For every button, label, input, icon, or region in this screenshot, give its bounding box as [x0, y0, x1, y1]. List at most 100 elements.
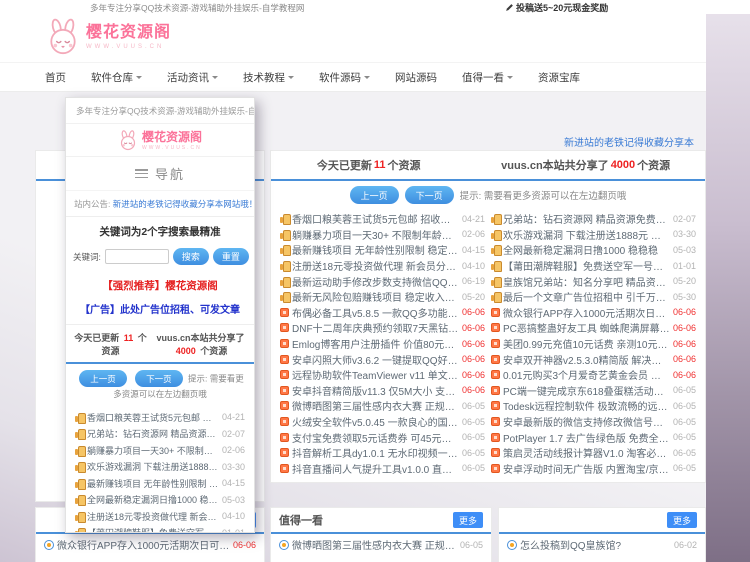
- announcement-top-link[interactable]: 新进站的老铁记得收藏分享本: [270, 134, 694, 149]
- notice-label: 站内公告:: [74, 199, 110, 209]
- list-item[interactable]: 欢乐游戏漏洞 下载注册送1888元 官方合作 03-30: [488, 227, 699, 243]
- keyword-label: 关键词:: [73, 251, 101, 263]
- list-item[interactable]: 微博晒图第三届性感内衣大赛 正规美图等你欣 06-05: [277, 398, 488, 414]
- list-item[interactable]: 兄弟站：钻石资源网 精品资源免费分享基 02-07: [72, 426, 248, 443]
- item-date: 04-15: [222, 478, 245, 488]
- keyword-input[interactable]: [105, 249, 169, 264]
- list-item[interactable]: 香烟口粮芙蓉王试货5元包邮 招收代理 04-21: [72, 409, 248, 426]
- list-item[interactable]: 远程协助软件TeamViewer v11 单文件版 方便 06-06: [277, 367, 488, 383]
- list-item[interactable]: 抖音解析工具dy1.0.1 无水印视频一键解析软件 06-05: [277, 445, 488, 461]
- list-item[interactable]: 怎么投稿到QQ皇族馆? 06-02: [499, 534, 705, 555]
- item-title: 安卓最新版的微信支持修改微信号了！ IOS版: [503, 414, 670, 429]
- list-item[interactable]: 躺赚暴力项目一天30+ 不限制年龄抓紧上车 02-06: [277, 227, 488, 243]
- file-icon: [491, 355, 500, 364]
- list-item[interactable]: DNF十二周年庆典预约领取7天黑钻 回归用户 06-06: [277, 320, 488, 336]
- popup-nav-toggle[interactable]: 导航: [66, 157, 254, 191]
- next-page-button[interactable]: 下一页: [135, 370, 183, 387]
- prev-page-button[interactable]: 上一页: [350, 186, 399, 204]
- nav-item-tech-tutorial[interactable]: 技术教程: [243, 70, 294, 85]
- list-item[interactable]: 微众银行APP存入1000元活期次日可以获得无门 06-06: [36, 534, 264, 555]
- list-item[interactable]: 微博晒图第三届性感内衣大赛 正规美图等你欣赏 06-05: [271, 534, 491, 555]
- promo-link-red[interactable]: 【强烈推荐】樱花资源阁: [66, 273, 254, 297]
- item-date: 06-06: [673, 354, 696, 364]
- search-form: 关键词: 搜索 重置: [66, 244, 254, 273]
- nav-item-website-source[interactable]: 网站源码: [395, 70, 437, 85]
- item-title: 布偶必备工具v5.8.5 一款QQ多功能工具软件: [292, 305, 459, 320]
- list-item[interactable]: PC恶搞整蛊好友工具 蜘蛛爬满屏幕整蛊专家 效 06-06: [488, 320, 699, 336]
- tab-today-updated[interactable]: 今天已更新 11 个资源: [271, 151, 466, 179]
- item-title: 注册送18元零投资做代理 新会员分红存1000: [292, 258, 459, 273]
- top-strip: 多年专注分享QQ技术资源-游戏辅助外挂娱乐-自学教程网 投稿送5~20元现金奖励: [0, 0, 750, 14]
- thumbs-up-icon: [75, 413, 84, 422]
- list-item[interactable]: 注册送18元零投资做代理 新会员分红存1000 04-10: [277, 258, 488, 274]
- thumbs-up-icon: [75, 479, 84, 488]
- submit-reward-link[interactable]: 投稿送5~20元现金奖励: [505, 1, 608, 14]
- list-item[interactable]: 布偶必备工具v5.8.5 一款QQ多功能工具软件 06-06: [277, 305, 488, 321]
- list-item[interactable]: 最后一个文章广告位招租中 引千万流 聚八方 05-30: [488, 289, 699, 305]
- promo-link-blue[interactable]: 【广告】此处广告位招租、可发文章: [66, 297, 254, 325]
- item-date: 06-06: [233, 540, 256, 550]
- list-item[interactable]: 0.01元购买3个月爱奇艺黄金会员 仅限京东白 06-06: [488, 367, 699, 383]
- nav-item-software-source[interactable]: 软件源码: [319, 70, 370, 85]
- list-item[interactable]: 最新赚钱项目 无年龄性别限制 稳定日撸 04-15: [72, 475, 248, 492]
- item-title: 安卓抖音精简版v11.3 仅5M大小 支持账号登录: [292, 383, 459, 398]
- more-button[interactable]: 更多: [453, 512, 483, 528]
- list-item[interactable]: 香烟口粮芙蓉王试货5元包邮 招收代理 04-21: [277, 211, 488, 227]
- list-item[interactable]: 【莆田潮牌鞋服】免费送空军一号匡威 01-01: [72, 525, 248, 534]
- site-tagline: 多年专注分享QQ技术资源-游戏辅助外挂娱乐-自学教程网: [90, 2, 304, 14]
- list-item[interactable]: Todesk远程控制软件 极致流畅的远程协助工具 06-05: [488, 398, 699, 414]
- list-item[interactable]: 安卓双开神器v2.5.3.0精简版 解决多账号切换 06-06: [488, 351, 699, 367]
- nav-item-activity-news[interactable]: 活动资讯: [167, 70, 218, 85]
- list-item[interactable]: 皇族馆兄弟站：知名分享吧 精品资源分享基地 05-20: [488, 273, 699, 289]
- list-item[interactable]: 全网最新稳定漏洞日撸1000 稳稳稳 05-03: [488, 242, 699, 258]
- notice-link[interactable]: 新进站的老铁记得收藏分享本网站哦！: [113, 199, 254, 209]
- list-item[interactable]: 躺赚暴力项目一天30+ 不限制年龄抓紧上 02-06: [72, 442, 248, 459]
- item-date: 06-05: [462, 463, 485, 473]
- file-icon: [280, 386, 289, 395]
- prev-page-button[interactable]: 上一页: [79, 370, 127, 387]
- tab-today-updated[interactable]: 今天已更新 11 个资源: [70, 331, 151, 357]
- list-item[interactable]: PotPlayer 1.7 去广告绿色版 免费全能影音播 06-05: [488, 429, 699, 445]
- list-item[interactable]: 火绒安全软件v5.0.45 一款良心的国产安全软件 06-05: [277, 414, 488, 430]
- list-item[interactable]: 最新无风险包赔赚钱项目 稳定收入200-500元 05-20: [277, 289, 488, 305]
- list-item[interactable]: 抖音直播间人气提升工具v1.0.0 直播间自动发 06-05: [277, 461, 488, 477]
- nav-item-resource-treasury[interactable]: 资源宝库: [538, 70, 580, 85]
- popup-logo[interactable]: 樱花资源阁 WWW.VUUS.CN: [66, 124, 254, 157]
- list-item[interactable]: 安卓最新版的微信支持修改微信号了！ IOS版 06-05: [488, 414, 699, 430]
- list-item[interactable]: 安卓浮动时间无广告版 内置淘宝/京东/苏宁/拼 06-05: [488, 461, 699, 477]
- item-title: DNF十二周年庆典预约领取7天黑钻 回归用户: [292, 320, 459, 335]
- list-item[interactable]: 最新赚钱项目 无年龄性别限制 稳定日撸300+ 04-15: [277, 242, 488, 258]
- reset-button[interactable]: 重置: [213, 248, 249, 265]
- list-item[interactable]: 注册送18元零投资做代理 新会员分红存 04-10: [72, 508, 248, 525]
- nav-item-home[interactable]: 首页: [45, 70, 66, 85]
- list-item[interactable]: 安卓闪照大师v3.6.2 一键提取QQ好友发的闪照 06-06: [277, 351, 488, 367]
- search-button[interactable]: 搜索: [173, 248, 209, 265]
- item-date: 05-03: [222, 495, 245, 505]
- resource-list-right: 兄弟站：钻石资源网 精品资源免费分享基地 02-07 欢乐游戏漏洞 下载注册送1…: [488, 211, 699, 476]
- item-date: 04-10: [462, 261, 485, 271]
- list-item[interactable]: 【莆田潮牌鞋服】免费送空军一号匡威1970s 01-01: [488, 258, 699, 274]
- tab-total-shared[interactable]: vuus.cn本站共分享了 4000 个资源: [466, 151, 705, 179]
- site-logo[interactable]: 樱花资源阁 WWW.VUUS.CN: [45, 18, 171, 56]
- file-icon: [280, 401, 289, 410]
- nav-item-worth-reading[interactable]: 值得一看: [462, 70, 513, 85]
- tab-total-shared[interactable]: vuus.cn本站共分享了 4000 个资源: [151, 331, 250, 357]
- more-button[interactable]: 更多: [667, 512, 697, 528]
- list-item[interactable]: 安卓抖音精简版v11.3 仅5M大小 支持账号登录 06-06: [277, 383, 488, 399]
- list-item[interactable]: 支付宝免费领取5元话费券 可45元充值三网50 06-05: [277, 429, 488, 445]
- list-item[interactable]: 兄弟站：钻石资源网 精品资源免费分享基地 02-07: [488, 211, 699, 227]
- list-item[interactable]: 最新运动助手修改步数支持微信QQ+ZFB步 06-19: [277, 273, 488, 289]
- list-item[interactable]: Emlog博客用户注册插件 价值80元免费分享 06-06: [277, 336, 488, 352]
- list-item[interactable]: 全网最新稳定漏洞日撸1000 稳稳稳 05-03: [72, 492, 248, 509]
- item-date: 04-21: [462, 214, 485, 224]
- bottom-box-1-list: 微众银行APP存入1000元活期次日可以获得无门 06-06: [36, 534, 264, 555]
- list-item[interactable]: 美团0.99元充值10元话费 亲测10元话费秒到 06-06: [488, 336, 699, 352]
- nav-item-software-repo[interactable]: 软件仓库: [91, 70, 142, 85]
- list-item[interactable]: 欢乐游戏漏洞 下载注册送1888元 官方合 03-30: [72, 459, 248, 476]
- item-date: 06-05: [673, 385, 696, 395]
- list-item[interactable]: PC端一键完成京东618叠蛋糕活动任务工具 06-05: [488, 383, 699, 399]
- next-page-button[interactable]: 下一页: [405, 186, 454, 204]
- item-title: 最新赚钱项目 无年龄性别限制 稳定日撸: [87, 477, 219, 490]
- list-item[interactable]: 策启灵活动线报计算器V1.0 淘客必备的一款软 06-05: [488, 445, 699, 461]
- list-item[interactable]: 微众银行APP存入1000元活期次日可以获得无 06-06: [488, 305, 699, 321]
